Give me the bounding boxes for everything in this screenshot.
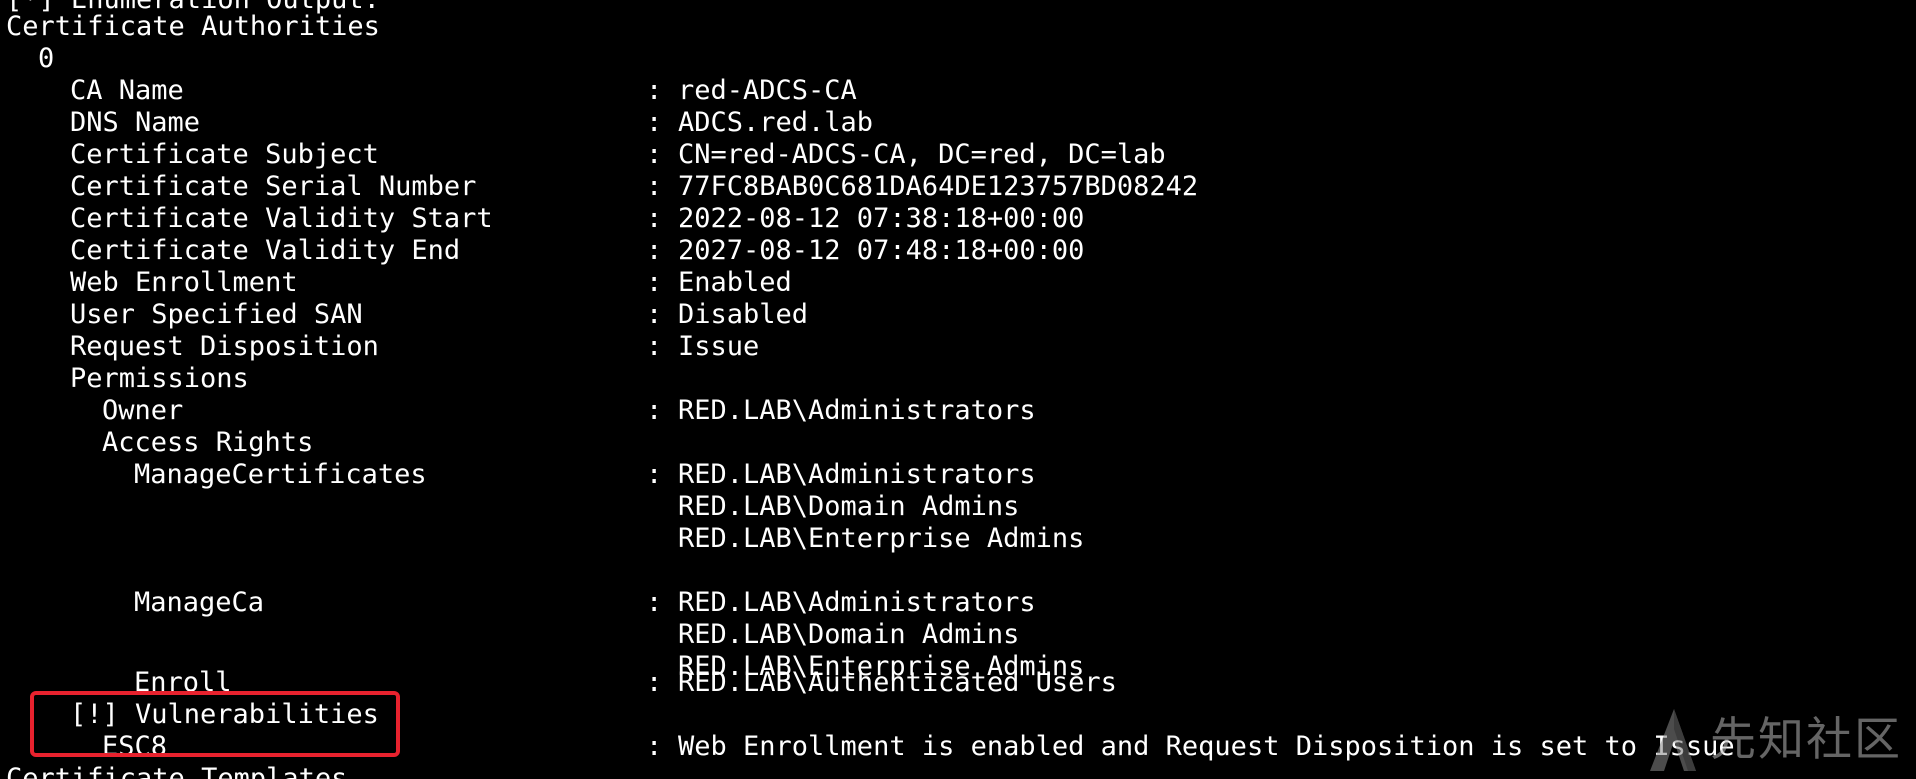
separator: :: [646, 171, 663, 202]
manage-certificates-value: RED.LAB\Administrators: [678, 459, 1036, 490]
dns-name-label: DNS Name: [70, 107, 201, 138]
separator: :: [646, 395, 663, 426]
request-disposition-value: Issue: [678, 331, 760, 362]
next-section-title: Certificate Templates: [6, 763, 348, 779]
section-title: Certificate Authorities: [6, 11, 380, 42]
terminal-window[interactable]: [*] Enumeration Output: Certificate Auth…: [0, 0, 1916, 779]
manage-ca-value: RED.LAB\Administrators: [678, 587, 1036, 618]
manage-certificates-row-cont: RED.LAB\Enterprise Admins: [0, 523, 1084, 555]
validity-end-value: 2027-08-12 07:48:18+00:00: [678, 235, 1085, 266]
permissions-label: Permissions: [70, 363, 249, 394]
ca-index: 0: [38, 43, 55, 74]
separator: :: [646, 299, 663, 330]
cert-serial-value: 77FC8BAB0C681DA64DE123757BD08242: [678, 171, 1199, 202]
owner-row: Owner : RED.LAB\Administrators: [0, 395, 1036, 427]
xianzhi-logo-icon: [1650, 709, 1696, 771]
ca-index-line: 0: [0, 43, 65, 75]
web-enrollment-label: Web Enrollment: [70, 267, 298, 298]
manage-ca-row: ManageCa : RED.LAB\Administrators: [0, 587, 1036, 619]
enroll-value: RED.LAB\Authenticated Users: [678, 667, 1117, 698]
manage-certificates-label: ManageCertificates: [134, 459, 427, 490]
separator: :: [646, 75, 663, 106]
ca-name-row: CA Name : red-ADCS-CA: [0, 75, 857, 107]
separator: :: [646, 235, 663, 266]
manage-ca-label: ManageCa: [134, 587, 265, 618]
web-enrollment-value: Enabled: [678, 267, 792, 298]
dns-name-row: DNS Name : ADCS.red.lab: [0, 107, 873, 139]
validity-end-row: Certificate Validity End : 2027-08-12 07…: [0, 235, 1084, 267]
manage-certificates-value: RED.LAB\Enterprise Admins: [678, 523, 1085, 554]
validity-end-label: Certificate Validity End: [70, 235, 461, 266]
user-specified-san-value: Disabled: [678, 299, 809, 330]
manage-ca-row-cont: RED.LAB\Domain Admins: [0, 619, 1019, 651]
request-disposition-row: Request Disposition : Issue: [0, 331, 759, 363]
separator: :: [646, 107, 663, 138]
validity-start-label: Certificate Validity Start: [70, 203, 493, 234]
user-specified-san-label: User Specified SAN: [70, 299, 363, 330]
next-section-line: Certificate Templates: [0, 763, 347, 779]
request-disposition-label: Request Disposition: [70, 331, 379, 362]
access-rights-row: Access Rights: [0, 427, 313, 459]
access-rights-label: Access Rights: [102, 427, 314, 458]
owner-value: RED.LAB\Administrators: [678, 395, 1036, 426]
separator: :: [646, 139, 663, 170]
separator: :: [646, 587, 663, 618]
cert-subject-row: Certificate Subject : CN=red-ADCS-CA, DC…: [0, 139, 1166, 171]
ca-name-label: CA Name: [70, 75, 184, 106]
section-title-line: Certificate Authorities: [0, 11, 380, 43]
separator: :: [646, 459, 663, 490]
vulnerability-highlight-box: [30, 691, 400, 757]
esc8-value: Web Enrollment is enabled and Request Di…: [678, 731, 1735, 762]
web-enrollment-row: Web Enrollment : Enabled: [0, 267, 792, 299]
dns-name-value: ADCS.red.lab: [678, 107, 874, 138]
validity-start-row: Certificate Validity Start : 2022-08-12 …: [0, 203, 1084, 235]
watermark-text: 先知社区: [1710, 712, 1902, 766]
cert-serial-row: Certificate Serial Number : 77FC8BAB0C68…: [0, 171, 1198, 203]
manage-ca-value: RED.LAB\Domain Admins: [678, 619, 1020, 650]
manage-certificates-row-cont: RED.LAB\Domain Admins: [0, 491, 1019, 523]
user-specified-san-row: User Specified SAN : Disabled: [0, 299, 808, 331]
cert-subject-label: Certificate Subject: [70, 139, 379, 170]
cert-subject-value: CN=red-ADCS-CA, DC=red, DC=lab: [678, 139, 1166, 170]
manage-certificates-value: RED.LAB\Domain Admins: [678, 491, 1020, 522]
permissions-row: Permissions: [0, 363, 249, 395]
manage-certificates-row: ManageCertificates : RED.LAB\Administrat…: [0, 459, 1036, 491]
validity-start-value: 2022-08-12 07:38:18+00:00: [678, 203, 1085, 234]
owner-label: Owner: [102, 395, 184, 426]
watermark: 先知社区: [1644, 703, 1902, 775]
separator: :: [646, 267, 663, 298]
cert-serial-label: Certificate Serial Number: [70, 171, 477, 202]
separator: :: [646, 331, 663, 362]
separator: :: [646, 731, 663, 762]
separator: :: [646, 667, 663, 698]
ca-name-value: red-ADCS-CA: [678, 75, 857, 106]
separator: :: [646, 203, 663, 234]
